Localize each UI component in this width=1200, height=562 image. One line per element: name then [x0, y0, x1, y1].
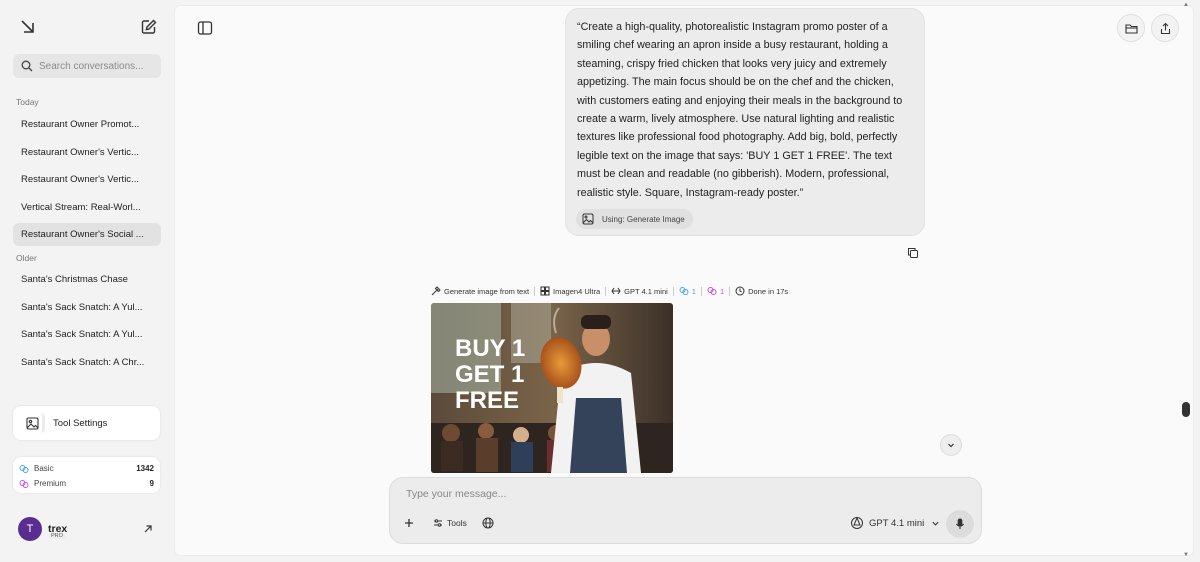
search-icon — [21, 60, 33, 72]
openai-icon — [851, 516, 863, 529]
main-panel: “Create a high-quality, photorealistic I… — [174, 5, 1194, 556]
folder-button[interactable] — [1117, 14, 1145, 42]
microphone-icon — [956, 518, 964, 529]
basic-credits-icon — [19, 464, 29, 473]
avatar: T — [18, 517, 42, 541]
conversation-item[interactable]: Restaurant Owner Promot... — [13, 113, 161, 136]
new-chat-icon[interactable] — [140, 18, 158, 36]
web-search-button[interactable] — [482, 517, 494, 529]
conversation-item[interactable]: Restaurant Owner's Vertic... — [13, 141, 161, 164]
tool-used-chip: Using: Generate Image — [576, 209, 693, 229]
meta-divider — [605, 286, 607, 296]
usage-card: Basic 1342 Premium 9 — [13, 457, 160, 493]
image-text-line-3: FREE — [455, 387, 519, 414]
premium-credits-icon — [19, 479, 29, 488]
image-text-line-1: BUY 1 — [455, 335, 525, 362]
tools-label: Tools — [447, 518, 467, 528]
meta-divider — [534, 286, 536, 296]
chevron-down-icon — [948, 443, 954, 448]
tools-button[interactable]: Tools — [433, 518, 467, 528]
search-box[interactable] — [13, 54, 161, 78]
conversation-item[interactable]: Santa's Christmas Chase — [13, 268, 161, 291]
search-input[interactable] — [39, 60, 159, 72]
generated-image[interactable]: BUY 1 GET 1 FREE — [431, 303, 673, 473]
conversation-item[interactable]: Santa's Sack Snatch: A Yul... — [13, 323, 161, 346]
image-text-line-2: GET 1 — [455, 361, 524, 388]
model-icon — [611, 287, 621, 295]
message-composer: Tools GPT 4.1 mini — [389, 477, 982, 544]
sidebar: Today Restaurant Owner Promot... Restaur… — [0, 0, 172, 562]
tool-settings-button[interactable]: Tool Settings — [13, 406, 160, 440]
attach-button[interactable] — [404, 518, 414, 528]
usage-basic-row: Basic 1342 — [19, 461, 154, 476]
usage-premium-row: Premium 9 — [19, 476, 154, 491]
conversation-item[interactable]: Santa's Sack Snatch: A Yul... — [13, 296, 161, 319]
scroll-to-bottom-button[interactable] — [940, 434, 962, 456]
usage-basic-value: 1342 — [136, 464, 154, 473]
basic-credits-icon — [679, 287, 689, 295]
section-today-label: Today — [16, 97, 39, 107]
usage-premium-value: 9 — [149, 479, 154, 488]
wand-icon — [431, 286, 441, 296]
app-logo-icon[interactable] — [19, 18, 37, 36]
conversation-item[interactable]: Vertical Stream: Real-Worl... — [13, 196, 161, 219]
meta-premium-count: 1 — [707, 286, 724, 296]
image-tool-icon — [582, 213, 594, 225]
meta-divider — [672, 286, 674, 296]
tool-settings-label: Tool Settings — [53, 417, 108, 429]
conversation-item[interactable]: Restaurant Owner's Vertic... — [13, 168, 161, 191]
generation-meta-bar: Generate image from text Imagen4 Ultra G… — [431, 285, 788, 297]
meta-status: Done in 17s — [735, 286, 788, 296]
meta-basic-count-value: 1 — [691, 286, 696, 296]
meta-model: GPT 4.1 mini — [611, 286, 668, 296]
sidebar-toggle-icon[interactable] — [197, 20, 213, 36]
meta-basic-count: 1 — [679, 286, 696, 296]
globe-icon — [482, 517, 494, 529]
premium-credits-icon — [707, 287, 717, 295]
image-tool-icon — [23, 413, 45, 433]
copy-icon[interactable] — [907, 247, 919, 259]
microphone-button[interactable] — [946, 510, 974, 538]
model-selector[interactable]: GPT 4.1 mini — [850, 516, 940, 530]
meta-engine: Imagen4 Ultra — [540, 286, 600, 296]
plus-icon — [405, 519, 413, 527]
meta-engine-label: Imagen4 Ultra — [553, 286, 601, 296]
chevron-down-icon — [932, 521, 939, 526]
user-prompt-text: “Create a high-quality, photorealistic I… — [577, 21, 903, 199]
user-message-bubble: “Create a high-quality, photorealistic I… — [565, 8, 925, 236]
usage-basic-label: Basic — [34, 464, 54, 473]
share-button[interactable] — [1151, 14, 1179, 42]
folder-icon — [1124, 23, 1138, 34]
section-older-label: Older — [16, 253, 37, 263]
scrollbar-up-arrow[interactable]: ▲ — [1183, 2, 1189, 8]
meta-status-label: Done in 17s — [748, 286, 789, 296]
usage-premium-label: Premium — [34, 479, 67, 488]
meta-premium-count-value: 1 — [719, 286, 725, 296]
share-icon — [1160, 22, 1170, 34]
user-profile[interactable]: T trex PRO — [18, 517, 67, 541]
meta-divider — [700, 286, 702, 296]
meta-model-label: GPT 4.1 mini — [624, 286, 668, 296]
expand-arrow-icon[interactable] — [143, 524, 153, 534]
sliders-icon — [434, 519, 442, 527]
tool-used-label: Using: Generate Image — [602, 214, 685, 224]
message-input[interactable] — [406, 488, 806, 500]
conversation-item[interactable]: Santa's Sack Snatch: A Chr... — [13, 351, 161, 374]
grid-icon — [540, 286, 550, 296]
plan-badge: PRO — [48, 533, 66, 539]
meta-action: Generate image from text — [431, 286, 529, 296]
clock-icon — [735, 286, 745, 296]
meta-action-label: Generate image from text — [444, 286, 530, 296]
scrollbar-thumb[interactable] — [1182, 402, 1190, 417]
meta-divider — [729, 286, 731, 296]
conversation-item-active[interactable]: Restaurant Owner's Social ... — [13, 223, 161, 246]
model-selector-label: GPT 4.1 mini — [869, 517, 925, 529]
scrollbar-down-arrow[interactable]: ▼ — [1183, 552, 1189, 558]
